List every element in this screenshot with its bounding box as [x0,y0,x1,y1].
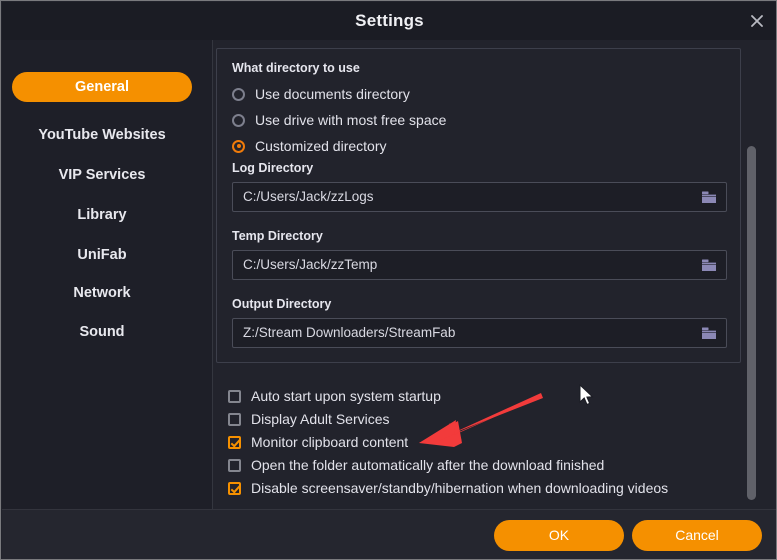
output-directory-block: Output Directory Z:/Stream Downloaders/St… [232,297,727,348]
output-directory-value[interactable]: Z:/Stream Downloaders/StreamFab [243,319,688,347]
radio-label: Customized directory [255,138,387,154]
directory-panel: What directory to use Use documents dire… [216,48,741,363]
log-directory-block: Log Directory C:/Users/Jack/zzLogs [232,161,727,212]
checkbox-auto-start-upon-system-startup[interactable]: Auto start upon system startup [228,385,441,407]
temp-directory-block: Temp Directory C:/Users/Jack/zzTemp [232,229,727,280]
checkbox-indicator[interactable] [228,459,241,472]
sidebar-item-network[interactable]: Network [12,278,192,308]
log-directory-value[interactable]: C:/Users/Jack/zzLogs [243,183,688,211]
radio-label: Use documents directory [255,86,410,102]
folder-icon[interactable] [701,190,717,204]
checkbox-label: Display Adult Services [251,411,390,427]
sidebar-item-library[interactable]: Library [12,200,192,230]
checkbox-indicator[interactable] [228,436,241,449]
checkbox-display-adult-services[interactable]: Display Adult Services [228,408,390,430]
radio-indicator[interactable] [232,140,245,153]
ok-button[interactable]: OK [494,520,624,551]
output-directory-input[interactable]: Z:/Stream Downloaders/StreamFab [232,318,727,348]
sidebar-item-youtube-websites[interactable]: YouTube Websites [12,120,192,150]
radio-indicator[interactable] [232,114,245,127]
content-scrollbar-thumb[interactable] [747,146,756,500]
sidebar: General YouTube Websites VIP Services Libra… [2,40,213,509]
checkbox-label: Auto start upon system startup [251,388,441,404]
cancel-button[interactable]: Cancel [632,520,762,551]
checkbox-disable-screensaver-standby-hibernation-when-downloading-videos[interactable]: Disable screensaver/standby/hibernation … [228,477,668,499]
radio-indicator[interactable] [232,88,245,101]
title-bar: Settings [2,2,777,41]
temp-directory-input[interactable]: C:/Users/Jack/zzTemp [232,250,727,280]
checkbox-label: Monitor clipboard content [251,434,408,450]
window-title: Settings [2,2,777,40]
close-icon [750,14,764,28]
sidebar-item-unifab[interactable]: UniFab [12,240,192,270]
log-directory-input[interactable]: C:/Users/Jack/zzLogs [232,182,727,212]
temp-directory-label: Temp Directory [232,229,727,243]
folder-icon[interactable] [701,258,717,272]
checkbox-label: Disable screensaver/standby/hibernation … [251,480,668,496]
settings-content: What directory to use Use documents dire… [213,40,777,509]
checkbox-monitor-clipboard-content[interactable]: Monitor clipboard content [228,431,408,453]
sidebar-item-sound[interactable]: Sound [12,317,192,347]
close-button[interactable] [743,8,771,34]
checkbox-open-the-folder-automatically-after-the-download-finished[interactable]: Open the folder automatically after the … [228,454,604,476]
radio-use-documents-directory[interactable]: Use documents directory [232,83,410,105]
log-directory-label: Log Directory [232,161,727,175]
folder-icon[interactable] [701,326,717,340]
radio-label: Use drive with most free space [255,112,446,128]
radio-use-drive-with-most-free-space[interactable]: Use drive with most free space [232,109,446,131]
directory-panel-title: What directory to use [232,61,360,75]
checkbox-indicator[interactable] [228,413,241,426]
settings-window: Settings General YouTube Websites VIP Serv… [0,0,777,560]
radio-customized-directory[interactable]: Customized directory [232,135,387,157]
sidebar-item-general[interactable]: General [12,72,192,102]
checkbox-label: Open the folder automatically after the … [251,457,604,473]
checkbox-indicator[interactable] [228,482,241,495]
output-directory-label: Output Directory [232,297,727,311]
dialog-footer: OK Cancel [2,509,777,560]
temp-directory-value[interactable]: C:/Users/Jack/zzTemp [243,251,688,279]
checkbox-indicator[interactable] [228,390,241,403]
sidebar-item-vip-services[interactable]: VIP Services [12,160,192,190]
